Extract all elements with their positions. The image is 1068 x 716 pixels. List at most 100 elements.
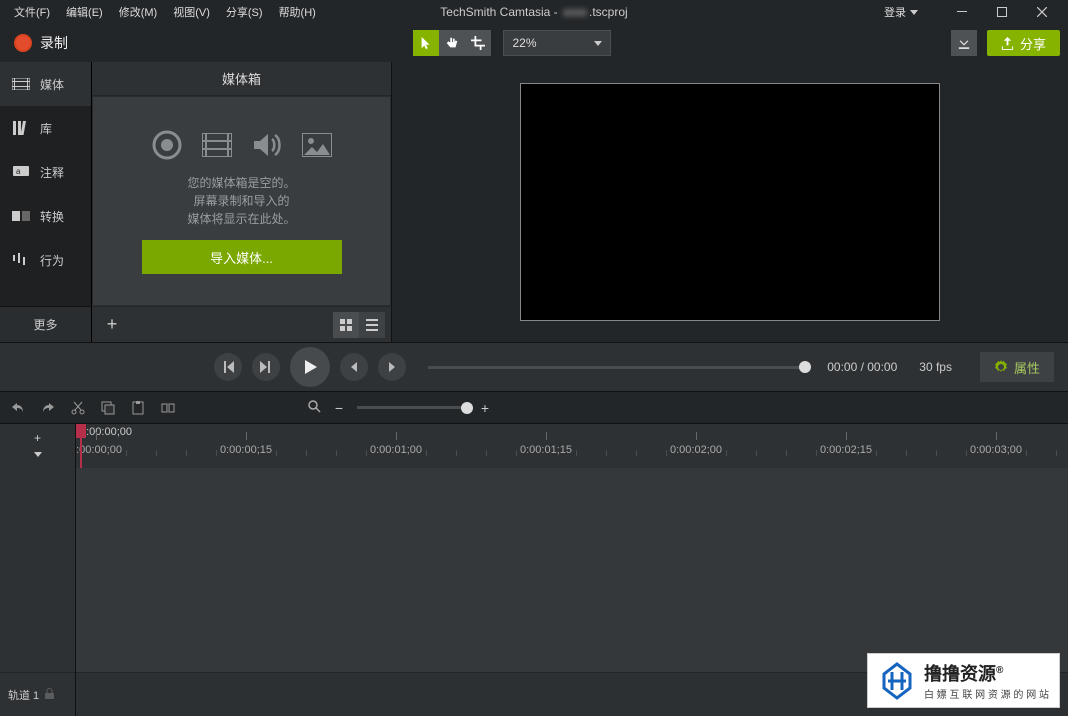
ruler-minor-tick — [816, 450, 817, 456]
zoom-thumb[interactable] — [461, 402, 473, 414]
menu-help[interactable]: 帮助(H) — [271, 1, 324, 23]
media-bin: 媒体箱 您的媒体箱是空的。屏幕录制和导入的媒体将显示在此处。 导入媒体... + — [92, 62, 392, 342]
ruler-minor-tick — [516, 450, 517, 456]
collapse-tracks-button[interactable] — [29, 447, 47, 461]
chevron-down-icon — [910, 10, 918, 15]
preview-canvas[interactable] — [520, 83, 940, 321]
record-button[interactable]: 录制 — [8, 33, 74, 53]
ruler-minor-tick — [726, 450, 727, 456]
menu-file[interactable]: 文件(F) — [6, 1, 58, 23]
pan-tool[interactable] — [439, 30, 465, 56]
transport-bar: 00:00 / 00:00 30 fps 属性 — [0, 342, 1068, 392]
login-button[interactable]: 登录 — [878, 1, 924, 23]
ruler-tick: 0:00:01;00 — [396, 442, 448, 456]
step-forward-button[interactable] — [378, 353, 406, 381]
zoom-out-button[interactable]: − — [331, 400, 347, 416]
timeline-zoom: − + — [308, 400, 493, 416]
fps-display: 30 fps — [919, 360, 952, 374]
ruler-minor-tick — [126, 450, 127, 456]
sidebar-more[interactable]: 更多 — [0, 306, 91, 342]
cut-button[interactable] — [68, 398, 88, 418]
grid-view-button[interactable] — [333, 312, 359, 338]
zoom-select[interactable]: 22% — [503, 30, 611, 56]
redo-button[interactable] — [38, 398, 58, 418]
zoom-in-button[interactable]: + — [477, 400, 493, 416]
transitions-icon — [12, 209, 30, 223]
behaviors-icon — [12, 253, 30, 267]
ruler-tick: 0:00:00;00 — [96, 442, 148, 456]
add-media-button[interactable]: + — [98, 311, 126, 339]
media-empty-text: 您的媒体箱是空的。屏幕录制和导入的媒体将显示在此处。 — [187, 174, 295, 228]
chevron-down-icon — [594, 41, 602, 46]
menu-edit[interactable]: 编辑(E) — [58, 1, 111, 23]
canvas-tools: 22% — [413, 30, 611, 56]
ruler-minor-tick — [306, 450, 307, 456]
ruler-minor-tick — [426, 450, 427, 456]
sidebar-item-media[interactable]: 媒体 — [0, 62, 91, 106]
minimize-button[interactable] — [942, 0, 982, 24]
ruler-tick: 0:00:02;00 — [696, 442, 748, 456]
record-type-icon — [150, 128, 184, 162]
menu-modify[interactable]: 修改(M) — [111, 1, 166, 23]
ruler-minor-tick — [906, 450, 907, 456]
ruler-minor-tick — [576, 450, 577, 456]
ruler-minor-tick — [756, 450, 757, 456]
select-tool[interactable] — [413, 30, 439, 56]
track-header-1[interactable]: 轨道 1 — [0, 672, 75, 716]
properties-button[interactable]: 属性 — [980, 352, 1054, 382]
crop-tool[interactable] — [465, 30, 491, 56]
list-view-button[interactable] — [359, 312, 385, 338]
share-button[interactable]: 分享 — [987, 30, 1060, 56]
next-frame-button[interactable] — [252, 353, 280, 381]
play-button[interactable] — [290, 347, 330, 387]
menu-share[interactable]: 分享(S) — [218, 1, 271, 23]
close-button[interactable] — [1022, 0, 1062, 24]
svg-text:a: a — [16, 167, 21, 176]
window-title: TechSmith Camtasia - xxxx.tscproj — [440, 5, 627, 19]
library-icon — [12, 121, 30, 135]
sidebar-item-library[interactable]: 库 — [0, 106, 91, 150]
copy-button[interactable] — [98, 398, 118, 418]
add-track-button[interactable]: + — [29, 431, 47, 445]
playhead-marker[interactable] — [76, 424, 86, 438]
ruler-tick: 0:00:00;15 — [246, 442, 298, 456]
sidebar: 媒体 库 a注释 转换 行为 更多 — [0, 62, 92, 342]
media-bin-body: 您的媒体箱是空的。屏幕录制和导入的媒体将显示在此处。 导入媒体... — [92, 96, 391, 306]
annotations-icon: a — [12, 165, 30, 179]
ruler-minor-tick — [936, 450, 937, 456]
playhead-line — [80, 438, 82, 468]
split-button[interactable] — [158, 398, 178, 418]
audio-type-icon — [250, 128, 284, 162]
ruler-minor-tick — [186, 450, 187, 456]
ruler-minor-tick — [366, 450, 367, 456]
prev-frame-button[interactable] — [214, 353, 242, 381]
zoom-slider[interactable] — [357, 406, 467, 409]
image-type-icon — [300, 128, 334, 162]
record-icon — [14, 34, 32, 52]
sidebar-item-annotations[interactable]: a注释 — [0, 150, 91, 194]
menu-view[interactable]: 视图(V) — [165, 1, 218, 23]
ruler-minor-tick — [276, 450, 277, 456]
ruler-minor-tick — [156, 450, 157, 456]
sidebar-item-behaviors[interactable]: 行为 — [0, 238, 91, 282]
ruler-minor-tick — [606, 450, 607, 456]
undo-button[interactable] — [8, 398, 28, 418]
ruler-tick: 0:00:02;15 — [846, 442, 898, 456]
ruler-minor-tick — [1056, 450, 1057, 456]
ruler-minor-tick — [876, 450, 877, 456]
timecode: 00:00 / 00:00 — [827, 360, 897, 374]
download-button[interactable] — [951, 30, 977, 56]
seek-thumb[interactable] — [799, 361, 811, 373]
media-bin-footer: + — [92, 306, 391, 342]
sidebar-item-transitions[interactable]: 转换 — [0, 194, 91, 238]
paste-button[interactable] — [128, 398, 148, 418]
step-back-button[interactable] — [340, 353, 368, 381]
maximize-button[interactable] — [982, 0, 1022, 24]
timeline-ruler[interactable]: 0:00:00;00 0:00:00;000:00:00;150:00:01;0… — [76, 424, 1068, 468]
import-media-button[interactable]: 导入媒体... — [142, 240, 342, 274]
toolbar: 录制 22% 分享 — [0, 24, 1068, 62]
seek-slider[interactable] — [428, 366, 805, 369]
watermark-logo-icon — [878, 662, 916, 700]
ruler-minor-tick — [456, 450, 457, 456]
ruler-minor-tick — [486, 450, 487, 456]
